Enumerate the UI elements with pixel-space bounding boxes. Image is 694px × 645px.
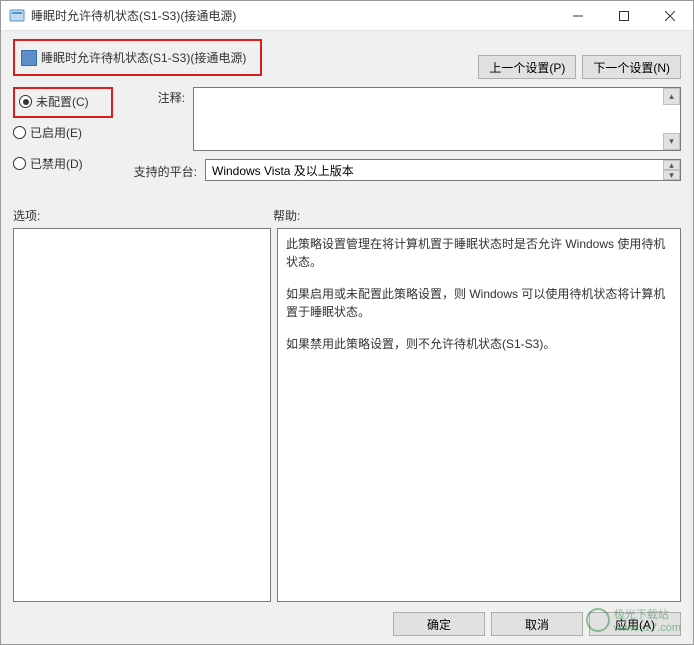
platform-row: 支持的平台: ▴ ▾ — [133, 159, 681, 181]
radio-not-configured-highlight: 未配置(C) — [13, 87, 113, 118]
close-button[interactable] — [647, 1, 693, 31]
scroll-up-icon[interactable]: ▴ — [663, 160, 680, 170]
scroll-down-icon[interactable]: ▾ — [663, 170, 680, 180]
comment-row: 注释: ▴ ▾ — [133, 87, 681, 151]
radio-disabled[interactable]: 已禁用(D) — [13, 155, 133, 172]
maximize-button[interactable] — [601, 1, 647, 31]
radio-enabled[interactable]: 已启用(E) — [13, 124, 133, 141]
content-area: 睡眠时允许待机状态(S1-S3)(接通电源) 上一个设置(P) 下一个设置(N)… — [1, 31, 693, 644]
ok-button[interactable]: 确定 — [393, 612, 485, 636]
setting-title-highlight: 睡眠时允许待机状态(S1-S3)(接通电源) — [13, 39, 262, 76]
help-paragraph: 此策略设置管理在将计算机置于睡眠状态时是否允许 Windows 使用待机状态。 — [286, 235, 672, 271]
minimize-button[interactable] — [555, 1, 601, 31]
setting-title: 睡眠时允许待机状态(S1-S3)(接通电源) — [41, 49, 246, 66]
radio-rest: 已启用(E) 已禁用(D) — [13, 122, 133, 172]
window-title: 睡眠时允许待机状态(S1-S3)(接通电源) — [31, 7, 555, 24]
options-label: 选项: — [13, 207, 273, 224]
platform-input — [205, 159, 681, 181]
header-row: 睡眠时允许待机状态(S1-S3)(接通电源) 上一个设置(P) 下一个设置(N) — [13, 39, 681, 79]
fields-column: 注释: ▴ ▾ 支持的平台: ▴ ▾ — [133, 87, 681, 181]
section-labels: 选项: 帮助: — [13, 207, 681, 224]
help-pane[interactable]: 此策略设置管理在将计算机置于睡眠状态时是否允许 Windows 使用待机状态。 … — [277, 228, 681, 602]
radio-enabled-label: 已启用(E) — [30, 124, 82, 141]
cancel-button[interactable]: 取消 — [491, 612, 583, 636]
policy-icon — [21, 50, 37, 66]
radio-column: 未配置(C) 已启用(E) 已禁用(D) — [13, 87, 133, 181]
app-icon — [9, 8, 25, 24]
options-pane[interactable] — [13, 228, 271, 602]
window-controls — [555, 1, 693, 31]
help-label: 帮助: — [273, 207, 300, 224]
titlebar: 睡眠时允许待机状态(S1-S3)(接通电源) — [1, 1, 693, 31]
panes: 此策略设置管理在将计算机置于睡眠状态时是否允许 Windows 使用待机状态。 … — [13, 228, 681, 602]
radio-empty-icon — [13, 157, 26, 170]
scroll-down-icon[interactable]: ▾ — [663, 133, 680, 150]
radio-empty-icon — [13, 126, 26, 139]
nav-buttons: 上一个设置(P) 下一个设置(N) — [478, 39, 681, 79]
comment-label: 注释: — [133, 87, 193, 106]
radio-not-configured-label: 未配置(C) — [36, 93, 89, 110]
apply-button[interactable]: 应用(A) — [589, 612, 681, 636]
comment-input[interactable] — [193, 87, 681, 151]
dialog-window: 睡眠时允许待机状态(S1-S3)(接通电源) 睡眠时允许待机状态(S1-S3)(… — [0, 0, 694, 645]
footer-buttons: 确定 取消 应用(A) — [13, 602, 681, 636]
help-paragraph: 如果启用或未配置此策略设置，则 Windows 可以使用待机状态将计算机置于睡眠… — [286, 285, 672, 321]
next-setting-button[interactable]: 下一个设置(N) — [582, 55, 681, 79]
radio-dot-icon — [19, 95, 32, 108]
radio-disabled-label: 已禁用(D) — [30, 155, 83, 172]
help-paragraph: 如果禁用此策略设置，则不允许待机状态(S1-S3)。 — [286, 335, 672, 353]
scroll-up-icon[interactable]: ▴ — [663, 88, 680, 105]
radio-not-configured[interactable]: 未配置(C) — [19, 93, 107, 110]
config-row: 未配置(C) 已启用(E) 已禁用(D) 注释: — [13, 87, 681, 181]
help-text: 此策略设置管理在将计算机置于睡眠状态时是否允许 Windows 使用待机状态。 … — [286, 235, 672, 353]
previous-setting-button[interactable]: 上一个设置(P) — [478, 55, 576, 79]
platform-label: 支持的平台: — [133, 161, 205, 180]
